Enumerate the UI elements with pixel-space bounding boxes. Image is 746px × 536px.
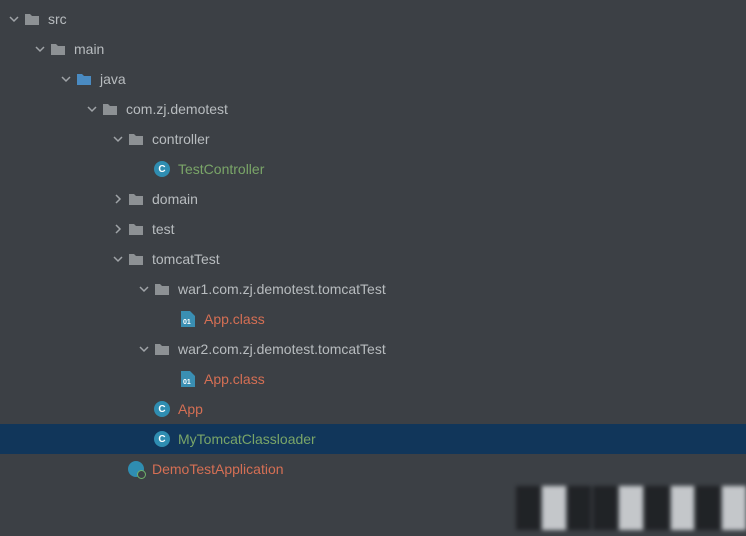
tree-label: DemoTestApplication [152, 461, 284, 477]
tree-label: main [74, 41, 104, 57]
tree-label: tomcatTest [152, 251, 220, 267]
tree-label: App.class [204, 311, 265, 327]
package-icon [126, 189, 146, 209]
tree-row-main[interactable]: main [0, 34, 746, 64]
tree-row-test[interactable]: test [0, 214, 746, 244]
tree-row-tomcattest[interactable]: tomcatTest [0, 244, 746, 274]
package-icon [126, 129, 146, 149]
springboot-class-icon [126, 459, 146, 479]
chevron-down-icon[interactable] [136, 284, 152, 294]
class-icon: C [152, 399, 172, 419]
tree-label: war1.com.zj.demotest.tomcatTest [178, 281, 386, 297]
tree-row-war2[interactable]: war2.com.zj.demotest.tomcatTest [0, 334, 746, 364]
tree-row-src[interactable]: src [0, 4, 746, 34]
tree-row-demotestapp[interactable]: DemoTestApplication [0, 454, 746, 484]
package-icon [126, 219, 146, 239]
class-icon: C [152, 159, 172, 179]
chevron-down-icon[interactable] [32, 44, 48, 54]
classfile-icon: 01 [178, 309, 198, 329]
tree-row-testcontroller[interactable]: C TestController [0, 154, 746, 184]
tree-row-war1[interactable]: war1.com.zj.demotest.tomcatTest [0, 274, 746, 304]
tree-row-appclass2[interactable]: 01 App.class [0, 364, 746, 394]
package-icon [100, 99, 120, 119]
tree-row-java[interactable]: java [0, 64, 746, 94]
tree-label: war2.com.zj.demotest.tomcatTest [178, 341, 386, 357]
folder-icon [22, 9, 42, 29]
project-tree: src main java com.zj.demotest controller… [0, 0, 746, 488]
tree-label: com.zj.demotest [126, 101, 228, 117]
folder-icon [48, 39, 68, 59]
chevron-down-icon[interactable] [6, 14, 22, 24]
tree-label: java [100, 71, 126, 87]
tree-label: test [152, 221, 175, 237]
classfile-icon: 01 [178, 369, 198, 389]
tree-label: TestController [178, 161, 264, 177]
tree-label: App.class [204, 371, 265, 387]
chevron-down-icon[interactable] [136, 344, 152, 354]
chevron-right-icon[interactable] [110, 194, 126, 204]
tree-row-appclass1[interactable]: 01 App.class [0, 304, 746, 334]
tree-label: MyTomcatClassloader [178, 431, 316, 447]
censored-region [516, 486, 746, 530]
package-icon [152, 339, 172, 359]
tree-label: App [178, 401, 203, 417]
class-icon: C [152, 429, 172, 449]
chevron-down-icon[interactable] [110, 134, 126, 144]
chevron-down-icon[interactable] [84, 104, 100, 114]
chevron-down-icon[interactable] [110, 254, 126, 264]
tree-row-controller[interactable]: controller [0, 124, 746, 154]
tree-label: src [48, 11, 67, 27]
tree-label: domain [152, 191, 198, 207]
tree-row-classloader[interactable]: C MyTomcatClassloader [0, 424, 746, 454]
tree-label: controller [152, 131, 210, 147]
source-folder-icon [74, 69, 94, 89]
tree-row-package-root[interactable]: com.zj.demotest [0, 94, 746, 124]
chevron-right-icon[interactable] [110, 224, 126, 234]
package-icon [152, 279, 172, 299]
chevron-down-icon[interactable] [58, 74, 74, 84]
tree-row-domain[interactable]: domain [0, 184, 746, 214]
tree-row-app[interactable]: C App [0, 394, 746, 424]
package-icon [126, 249, 146, 269]
